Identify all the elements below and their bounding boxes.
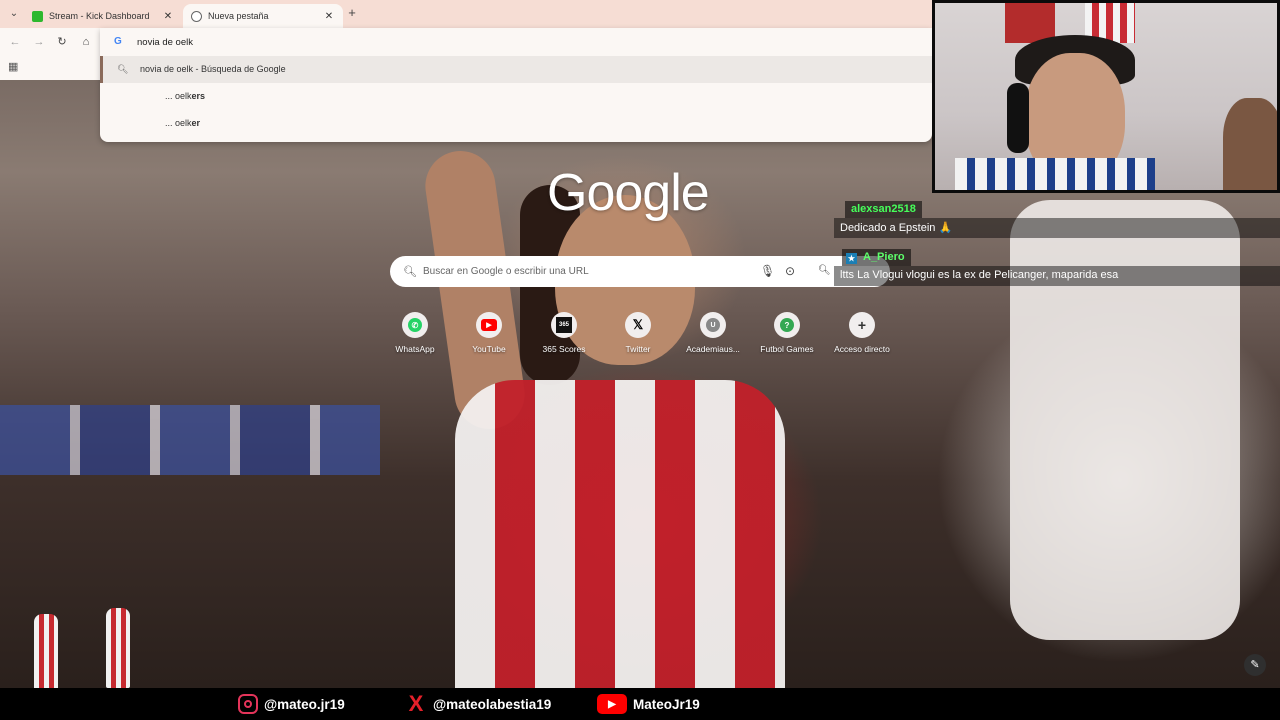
social-handle: MateoJr19 [633, 696, 700, 712]
shortcut-365-scores[interactable]: 365 365 Scores [527, 312, 601, 368]
omnibox-suggestion[interactable]: ... oelker [100, 110, 932, 137]
shortcut-label: Twitter [625, 344, 651, 354]
shortcut-whatsapp[interactable]: ✆ WhatsApp [378, 312, 452, 368]
shortcut-twitter[interactable]: 𝕏 Twitter [601, 312, 675, 368]
shortcut-icon-circle: ? [774, 312, 800, 338]
chat-message: Dedicado a Epstein 🙏 [834, 218, 1280, 238]
webcam-overlay [932, 0, 1280, 193]
player-figure [106, 608, 130, 688]
question-icon: ? [780, 318, 794, 332]
google-lens-icon[interactable]: ⊙ [785, 264, 795, 278]
social-instagram: @mateo.jr19 [238, 694, 345, 714]
tab-title: Nueva pestaña [208, 11, 269, 21]
plus-icon: + [857, 317, 867, 333]
forward-arrow-icon[interactable]: → [32, 35, 46, 49]
address-input-value[interactable]: novia de oelk [137, 37, 193, 48]
new-tab-plus-icon[interactable]: + [345, 6, 359, 20]
headset [1007, 83, 1029, 153]
customize-pencil-icon[interactable]: ✎ [1244, 654, 1266, 676]
shortcut-add[interactable]: + Acceso directo [825, 312, 899, 368]
shortcut-icon-circle: 𝕏 [625, 312, 651, 338]
shortcut-youtube[interactable]: ▶ YouTube [452, 312, 526, 368]
shortcut-label: WhatsApp [395, 344, 435, 354]
home-icon[interactable]: ⌂ [79, 35, 93, 49]
tab-new-tab[interactable]: Nueva pestaña ✕ [183, 4, 343, 28]
search-placeholder[interactable]: Buscar en Google o escribir una URL [423, 266, 589, 277]
kick-favicon-icon [32, 10, 43, 22]
shortcut-icon-circle: + [849, 312, 875, 338]
omnibox-suggestion[interactable]: ... oelkers [100, 83, 932, 110]
second-person [1223, 98, 1277, 190]
365-scores-icon: 365 [556, 317, 572, 333]
back-arrow-icon[interactable]: ← [8, 35, 22, 49]
social-x: X @mateolabestia19 [405, 691, 552, 716]
u-letter-icon: U [706, 318, 720, 332]
whatsapp-icon: ✆ [408, 318, 422, 332]
chat-username-row: ★ A_Piero [842, 249, 911, 266]
social-handles-bar: @mateo.jr19 X @mateolabestia19 ▶ MateoJr… [0, 688, 1280, 720]
suggestion-text: ... oelker [165, 118, 201, 128]
tab-title: Stream - Kick Dashboard [49, 11, 150, 21]
chat-username: alexsan2518 [845, 201, 922, 218]
close-icon[interactable]: ✕ [323, 11, 335, 22]
microphone-icon[interactable]: 🎙︎ [760, 264, 775, 278]
shortcut-academiaus[interactable]: U Academiaus... [676, 312, 750, 368]
browser-tab-bar: ⌄ Stream - Kick Dashboard ✕ Nueva pestañ… [0, 0, 932, 28]
apps-grid-icon[interactable]: ▦ [8, 61, 20, 73]
social-handle: @mateo.jr19 [264, 696, 345, 712]
address-bar[interactable]: G novia de oelk [100, 28, 932, 56]
globe-favicon-icon [191, 10, 202, 22]
youtube-icon: ▶ [481, 319, 497, 331]
bookmarks-bar: ▦ [0, 56, 100, 80]
tab-kick-dashboard[interactable]: Stream - Kick Dashboard ✕ [24, 4, 182, 28]
shortcut-label: Academiaus... [686, 344, 740, 354]
player-figure [34, 614, 58, 694]
chat-badge-icon: ★ [846, 253, 857, 264]
shortcut-label: Futbol Games [760, 344, 814, 354]
striped-jersey [455, 380, 785, 688]
omnibox-suggestion[interactable]: 🔍︎ novia de oelk - Búsqueda de Google [100, 56, 932, 83]
tab-search-chevron-icon[interactable]: ⌄ [6, 6, 22, 22]
shortcut-icon-circle: ▶ [476, 312, 502, 338]
streamer-shirt [955, 158, 1155, 190]
shortcut-icon-circle: ✆ [402, 312, 428, 338]
x-twitter-icon: 𝕏 [632, 317, 644, 332]
suggestion-text: novia de oelk - Búsqueda de Google [140, 64, 286, 74]
shortcut-label: 365 Scores [542, 344, 586, 354]
youtube-icon: ▶ [597, 694, 627, 714]
google-logo: Google [547, 164, 710, 222]
x-logo-icon: X [408, 691, 424, 716]
ai-mode-icon[interactable]: 🔍︎ [818, 265, 831, 276]
search-icon: 🔍︎ [403, 266, 417, 278]
chat-username: A_Piero [863, 251, 905, 263]
omnibox-dropdown: G novia de oelk 🔍︎ novia de oelk - Búsqu… [100, 28, 932, 142]
search-icon: 🔍︎ [117, 64, 129, 74]
reload-icon[interactable]: ↻ [55, 35, 69, 49]
shortcut-icon-circle: 365 [551, 312, 577, 338]
google-g-icon: G [114, 36, 122, 47]
shortcut-label: YouTube [472, 344, 506, 354]
close-icon[interactable]: ✕ [162, 11, 174, 22]
shortcut-label: Acceso directo [834, 344, 890, 354]
social-handle: @mateolabestia19 [433, 696, 552, 712]
social-youtube: ▶ MateoJr19 [597, 694, 700, 714]
chat-message: ltts La Vlogui vlogui es la ex de Pelica… [834, 266, 1280, 286]
instagram-icon [238, 694, 258, 714]
stadium-banner [0, 405, 380, 475]
google-search-box[interactable]: 🔍︎ Buscar en Google o escribir una URL 🎙… [390, 256, 890, 287]
shortcut-futbol-games[interactable]: ? Futbol Games [750, 312, 824, 368]
shortcut-icon-circle: U [700, 312, 726, 338]
suggestion-text: ... oelkers [165, 91, 206, 101]
